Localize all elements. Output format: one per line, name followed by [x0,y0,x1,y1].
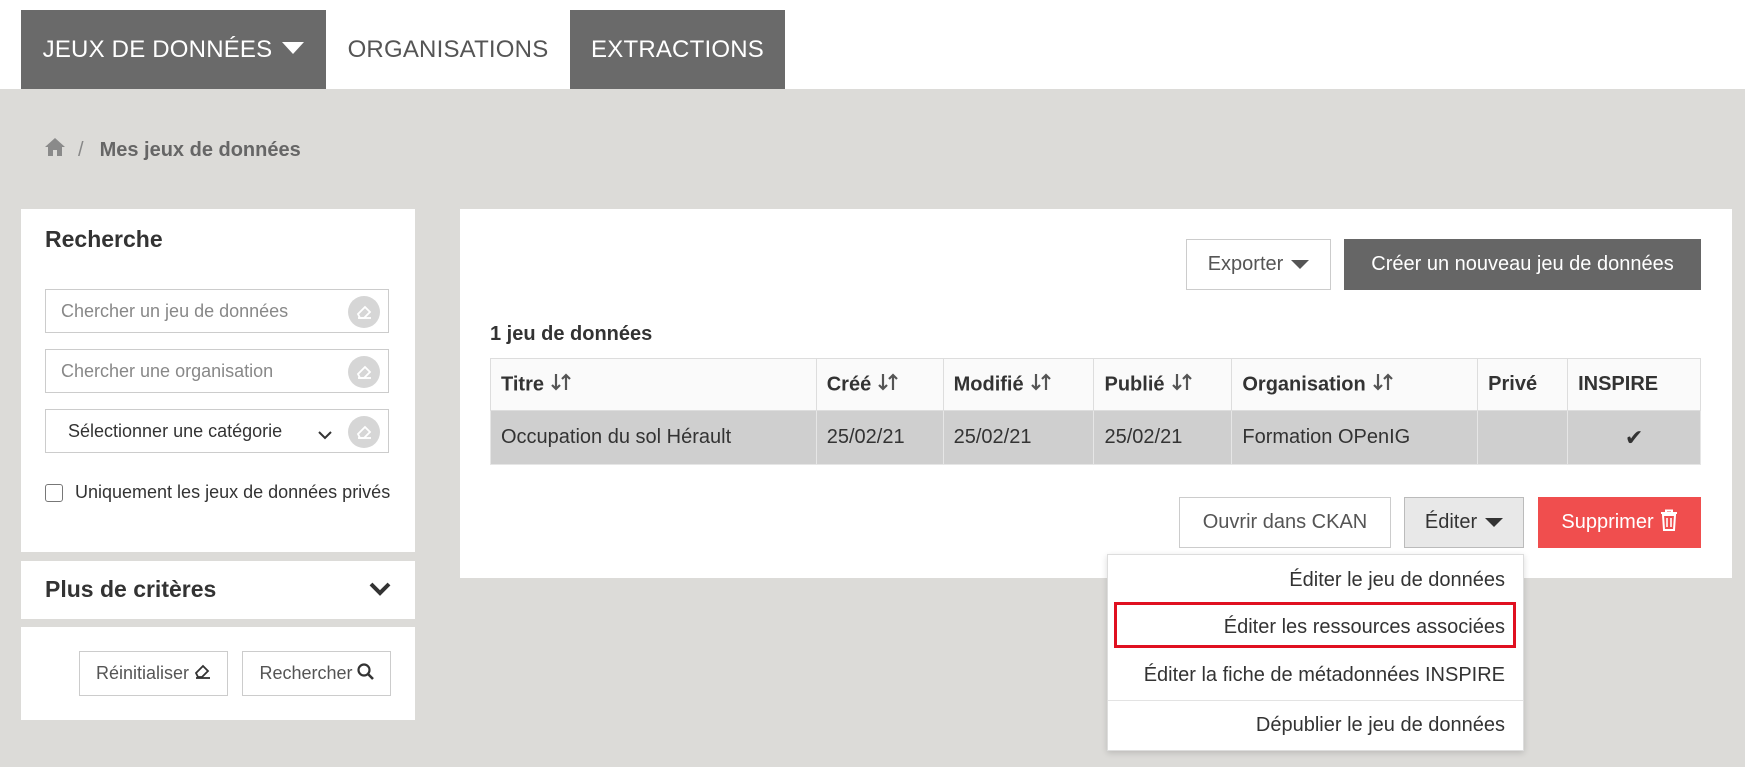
home-icon[interactable] [44,137,66,163]
trash-icon [1660,509,1678,537]
cell-created: 25/02/21 [815,410,944,465]
organisation-search-placeholder: Chercher une organisation [61,360,274,381]
nav-tab-organisations-label: ORGANISATIONS [347,35,549,63]
export-button[interactable]: Exporter [1186,239,1331,290]
column-header-organisation[interactable]: Organisation [1231,358,1479,411]
column-header-modified[interactable]: Modifié [942,358,1095,411]
nav-tab-organisations[interactable]: ORGANISATIONS [326,10,570,89]
cell-modified: 25/02/21 [942,410,1095,465]
cell-published: 25/02/21 [1093,410,1233,465]
chevron-down-icon [318,424,332,445]
nav-tab-extractions[interactable]: EXTRACTIONS [570,10,785,89]
nav-tab-extractions-label: EXTRACTIONS [591,35,764,63]
cell-title: Occupation du sol Hérault [490,410,817,465]
more-criteria-panel[interactable]: Plus de critères [21,561,415,619]
eraser-icon[interactable] [348,356,380,388]
caret-down-icon [1291,260,1310,269]
eraser-icon[interactable] [348,296,380,328]
create-dataset-button-label: Créer un nouveau jeu de données [1371,253,1674,275]
column-header-published[interactable]: Publié [1093,358,1233,411]
category-select-value: Sélectionner une catégorie [68,420,283,441]
edit-button-label: Éditer [1424,511,1478,533]
menu-divider [1108,700,1523,701]
search-icon [356,662,374,685]
reset-button[interactable]: Réinitialiser [79,651,228,696]
sort-icon [877,372,899,398]
sort-icon [1171,372,1193,398]
search-panel-title: Recherche [45,226,163,252]
more-criteria-title: Plus de critères [45,576,217,602]
reset-button-label: Réinitialiser [95,663,190,683]
private-only-checkbox[interactable] [45,483,63,502]
menu-item-unpublish-dataset[interactable]: Dépublier le jeu de données [1256,714,1505,737]
edit-dropdown-menu: Éditer le jeu de données Éditer les ress… [1107,554,1524,751]
menu-item-edit-dataset[interactable]: Éditer le jeu de données [1289,569,1505,592]
menu-item-edit-resources[interactable]: Éditer les ressources associées [1224,616,1505,639]
menu-item-edit-inspire-metadata[interactable]: Éditer la fiche de métadonnées INSPIRE [1144,664,1505,687]
dataset-count: 1 jeu de données [490,323,653,345]
open-in-ckan-label: Ouvrir dans CKAN [1202,511,1368,533]
sort-icon [550,372,572,398]
breadcrumb: / Mes jeux de données [44,137,301,163]
search-button[interactable]: Rechercher [242,651,391,696]
sort-icon [1372,372,1394,398]
nav-tab-datasets-label: JEUX DE DONNÉES [42,35,273,63]
open-in-ckan-button[interactable]: Ouvrir dans CKAN [1179,497,1391,548]
cell-private [1477,410,1569,465]
table-header-row: Titre Créé Modifié Publié Organisation P… [490,358,1701,411]
export-button-label: Exporter [1207,253,1284,275]
sort-icon [1030,372,1052,398]
eraser-icon[interactable] [348,416,380,448]
private-only-filter[interactable]: Uniquement les jeux de données privés [45,482,390,503]
caret-down-icon [1485,518,1504,527]
delete-button[interactable]: Supprimer [1538,497,1701,548]
edit-dropdown-button[interactable]: Éditer [1404,497,1524,548]
organisation-search-input[interactable]: Chercher une organisation [45,349,389,393]
column-header-private: Privé [1477,358,1569,411]
cell-organisation: Formation OPenIG [1231,410,1479,465]
caret-down-icon [282,41,305,54]
category-select[interactable]: Sélectionner une catégorie [45,409,389,453]
column-header-title[interactable]: Titre [490,358,817,411]
dataset-search-placeholder: Chercher un jeu de données [61,300,289,321]
chevron-down-icon[interactable] [369,581,391,602]
private-only-label: Uniquement les jeux de données privés [75,482,391,502]
dataset-search-input[interactable]: Chercher un jeu de données [45,289,389,333]
datasets-table: Titre Créé Modifié Publié Organisation P… [490,358,1701,465]
cell-inspire: ✔ [1567,410,1701,465]
create-dataset-button[interactable]: Créer un nouveau jeu de données [1344,239,1701,290]
column-header-inspire: INSPIRE [1567,358,1701,411]
top-navigation: JEUX DE DONNÉES ORGANISATIONS EXTRACTION… [0,0,1745,89]
delete-button-label: Supprimer [1561,511,1654,533]
search-button-label: Rechercher [259,663,353,683]
breadcrumb-current: Mes jeux de données [99,138,301,161]
nav-tab-datasets[interactable]: JEUX DE DONNÉES [21,10,326,89]
column-header-created[interactable]: Créé [815,358,944,411]
eraser-icon [193,663,211,684]
table-row[interactable]: Occupation du sol Hérault 25/02/21 25/02… [490,410,1701,465]
breadcrumb-separator: / [78,138,84,161]
